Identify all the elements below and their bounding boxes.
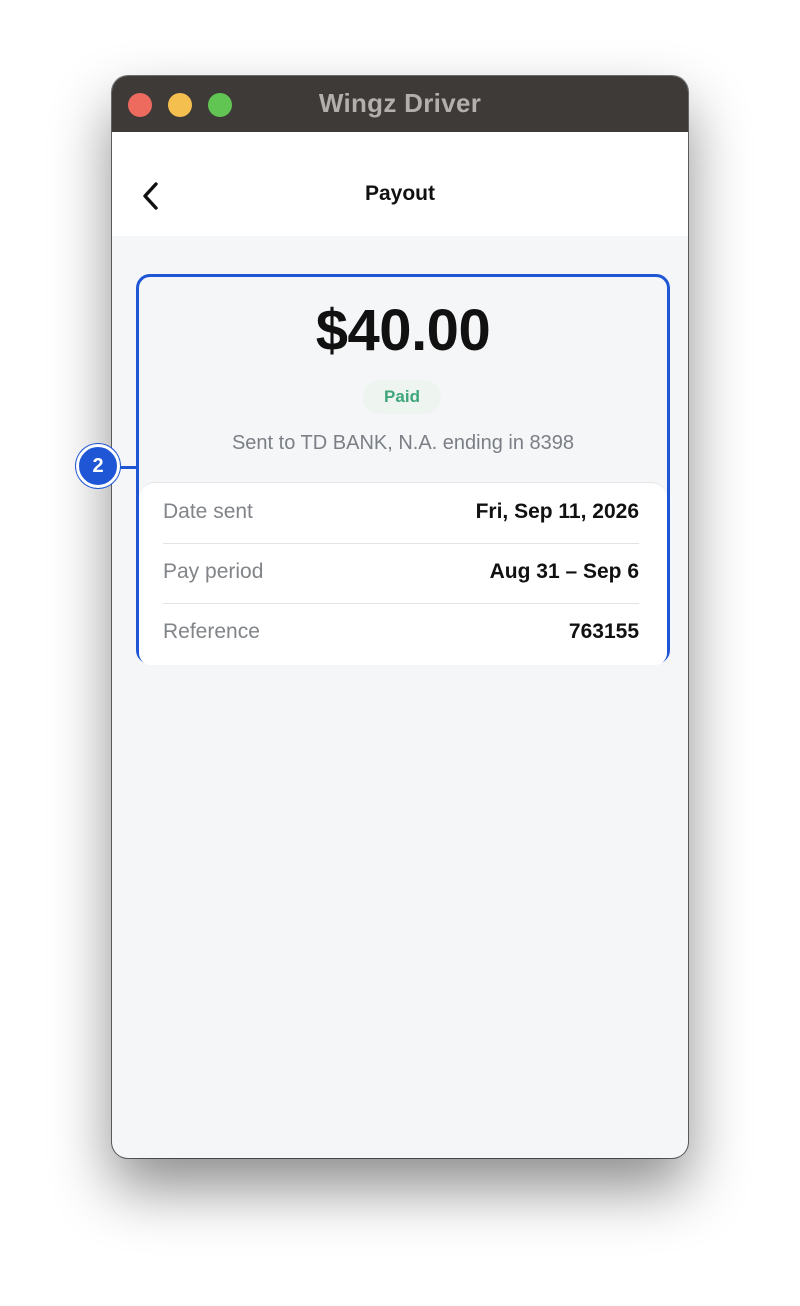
app-window: Wingz Driver Payout $40.00 Paid Sent to … bbox=[112, 76, 688, 1158]
payout-details-list: Date sent Fri, Sep 11, 2026 Pay period A… bbox=[139, 482, 667, 665]
detail-row-date-sent: Date sent Fri, Sep 11, 2026 bbox=[163, 483, 639, 544]
detail-value: Aug 31 – Sep 6 bbox=[489, 560, 639, 583]
callout-number-badge: 2 bbox=[76, 444, 120, 488]
destination-account-text: Sent to TD BANK, N.A. ending in 8398 bbox=[231, 432, 575, 454]
detail-label: Reference bbox=[163, 620, 260, 643]
payout-amount: $40.00 bbox=[315, 298, 491, 363]
status-badge: Paid bbox=[363, 380, 441, 414]
callout-connector bbox=[120, 466, 138, 469]
detail-label: Date sent bbox=[163, 500, 253, 523]
window-title: Wingz Driver bbox=[318, 88, 482, 118]
detail-label: Pay period bbox=[163, 560, 264, 583]
title-bar: Wingz Driver bbox=[112, 76, 688, 132]
page-title: Payout bbox=[364, 182, 435, 205]
nav-bar: Payout bbox=[112, 132, 688, 236]
detail-row-reference: Reference 763155 bbox=[163, 603, 639, 663]
detail-row-pay-period: Pay period Aug 31 – Sep 6 bbox=[163, 543, 639, 604]
detail-value: 763155 bbox=[568, 620, 639, 643]
payout-summary-card: $40.00 Paid Sent to TD BANK, N.A. ending… bbox=[136, 274, 670, 665]
detail-value: Fri, Sep 11, 2026 bbox=[475, 500, 639, 523]
